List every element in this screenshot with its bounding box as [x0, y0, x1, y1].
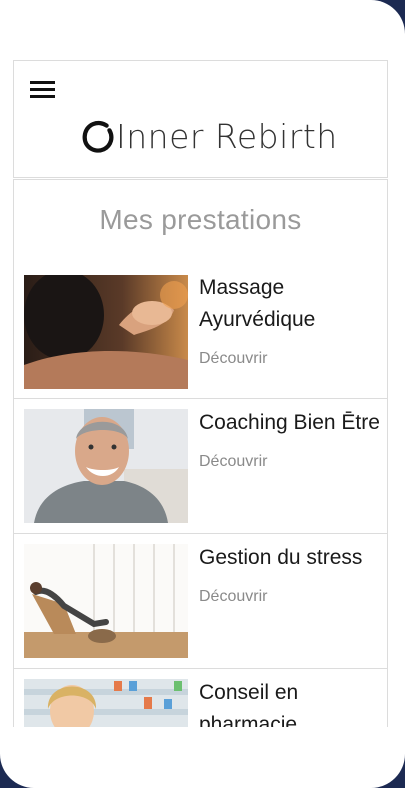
service-card[interactable]: Massage Ayurvédique Découvrir [14, 264, 387, 399]
app-screen: Inner Rebirth Mes prestations Massage Ay… [13, 60, 388, 727]
services-section: Mes prestations Massage Ayurvédique Déco… [13, 179, 388, 727]
pharmacist-photo [24, 679, 188, 727]
enso-circle-icon [82, 120, 114, 153]
service-card[interactable]: Conseil en pharmacie [14, 669, 387, 727]
service-card[interactable]: Gestion du stress Découvrir [14, 534, 387, 669]
service-title: Coaching Bien Ētre [199, 411, 380, 434]
discover-link[interactable]: Découvrir [199, 350, 267, 368]
relaxing-chair-photo [24, 544, 188, 658]
service-title: Conseil en pharmacie [199, 681, 299, 727]
hamburger-menu-icon[interactable] [30, 81, 56, 100]
logo-text: Inner Rebirth [116, 117, 338, 156]
service-card[interactable]: Coaching Bien Ētre Découvrir [14, 399, 387, 534]
massage-photo [24, 275, 188, 389]
smiling-man-photo [24, 409, 188, 523]
service-title: Gestion du stress [199, 546, 363, 569]
site-logo[interactable]: Inner Rebirth [80, 117, 338, 157]
discover-link[interactable]: Découvrir [199, 588, 267, 606]
device-frame: Inner Rebirth Mes prestations Massage Ay… [0, 0, 405, 788]
service-title: Massage Ayurvédique [199, 276, 316, 331]
site-header: Inner Rebirth [13, 60, 388, 178]
discover-link[interactable]: Découvrir [199, 453, 267, 471]
section-title: Mes prestations [99, 204, 302, 235]
